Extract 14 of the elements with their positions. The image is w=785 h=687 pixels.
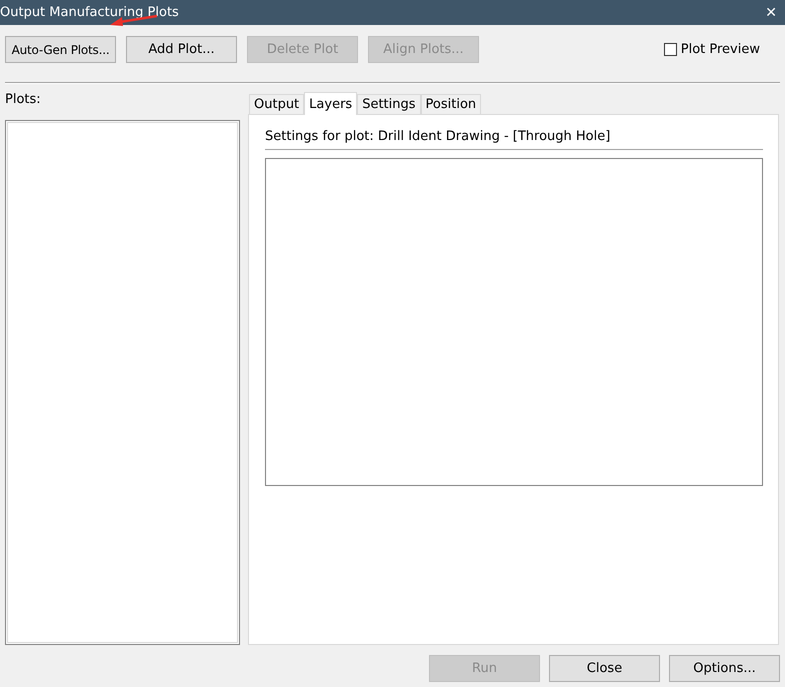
tab[interactable]: Layers <box>304 92 358 115</box>
panel-heading: Settings for plot: Drill Ident Drawing - [Through Hole] <box>265 129 763 150</box>
checkbox-label[interactable]: Plot Preview <box>680 42 760 57</box>
plots-label: Plots: <box>5 92 42 109</box>
footer-button[interactable]: Options... <box>669 655 780 682</box>
footer-button[interactable]: Close <box>549 655 660 682</box>
tab[interactable]: Position <box>420 94 482 114</box>
tab[interactable]: Settings <box>357 94 421 114</box>
toolbar-button[interactable]: Add Plot... <box>126 36 237 63</box>
tab[interactable]: Output <box>249 94 304 114</box>
window-title: Output Manufacturing Plots <box>0 5 179 20</box>
close-button[interactable]: ✕ <box>757 4 785 20</box>
toolbar-button[interactable]: Auto-Gen Plots... <box>5 36 116 63</box>
checkbox[interactable] <box>664 43 677 56</box>
